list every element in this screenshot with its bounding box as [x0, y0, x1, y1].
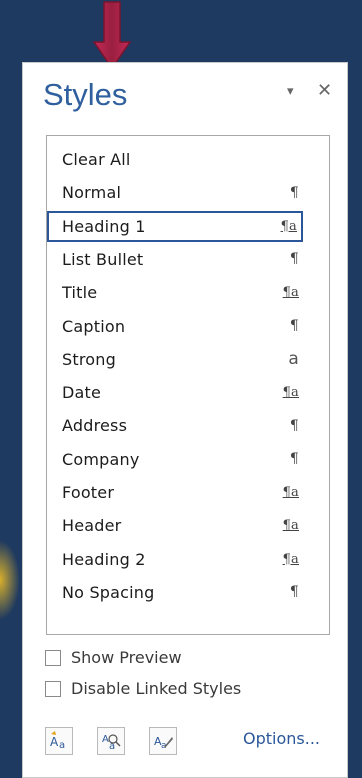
style-item-label: Address — [62, 416, 128, 436]
paragraph-style-icon: ¶ — [289, 184, 299, 201]
style-item-label: Normal — [62, 183, 122, 203]
style-item[interactable]: Heading 2 ¶a — [47, 544, 303, 575]
styles-list[interactable]: Clear All Normal ¶ Heading 1 ¶a List Bullet ¶ T… — [46, 135, 330, 635]
linked-style-icon: ¶a — [280, 218, 297, 234]
close-icon[interactable]: ✕ — [317, 80, 332, 101]
options-link[interactable]: Options... — [243, 729, 320, 748]
style-item[interactable]: Strong a — [47, 344, 303, 375]
paragraph-style-icon: ¶ — [289, 251, 299, 268]
style-item[interactable]: Address ¶ — [47, 410, 303, 441]
style-item[interactable]: List Bullet ¶ — [47, 244, 303, 275]
style-item[interactable]: Title ¶a — [47, 277, 303, 308]
style-inspector-button[interactable]: A a — [97, 727, 125, 755]
paragraph-style-icon: ¶ — [289, 318, 299, 334]
style-item-label: Title — [62, 283, 98, 303]
style-item-label: Caption — [62, 316, 126, 336]
character-style-icon: a — [288, 349, 299, 370]
paragraph-style-icon: ¶ — [289, 584, 299, 601]
style-item[interactable]: Company ¶ — [47, 444, 303, 475]
style-item-label: Date — [62, 383, 102, 403]
style-item-label: No Spacing — [62, 582, 155, 602]
new-style-button[interactable]: A a — [45, 727, 73, 755]
show-preview-label: Show Preview — [71, 648, 182, 667]
checkbox-box[interactable] — [45, 649, 61, 666]
styles-pane: Styles ▾ ✕ Clear All Normal ¶ Heading 1 ¶a Li… — [22, 62, 348, 778]
linked-style-icon: ¶a — [282, 285, 299, 301]
linked-style-icon: ¶a — [282, 551, 299, 567]
style-item-label: Footer — [62, 483, 115, 502]
disable-linked-styles-label: Disable Linked Styles — [71, 679, 242, 698]
pane-title: Styles — [43, 77, 128, 112]
style-item[interactable]: Normal ¶ — [47, 177, 303, 208]
style-item[interactable]: No Spacing ¶ — [47, 577, 303, 608]
manage-styles-button[interactable]: A a — [149, 727, 177, 755]
style-item[interactable]: Heading 1 ¶a — [47, 210, 303, 242]
paragraph-style-icon: ¶ — [289, 417, 299, 434]
style-item-label: Clear All — [62, 150, 131, 169]
svg-text:A: A — [50, 735, 59, 749]
linked-style-icon: ¶a — [282, 518, 299, 534]
background-glow — [0, 540, 20, 620]
style-inspector-icon: A a — [102, 734, 121, 751]
style-item-label: Company — [62, 449, 140, 469]
checkbox-box[interactable] — [45, 680, 61, 697]
style-item-label: List Bullet — [62, 249, 144, 269]
style-item-label: Heading 2 — [62, 549, 146, 569]
linked-style-icon: ¶a — [282, 485, 299, 500]
linked-style-icon: ¶a — [282, 385, 299, 401]
style-item[interactable]: Date ¶a — [47, 377, 303, 408]
manage-styles-icon: A a — [154, 735, 173, 751]
disable-linked-styles-checkbox[interactable]: Disable Linked Styles — [45, 679, 241, 698]
style-item[interactable]: Clear All — [47, 144, 303, 175]
style-item[interactable]: Caption ¶ — [47, 311, 303, 342]
svg-text:a: a — [59, 740, 65, 751]
style-item-label: Heading 1 — [62, 216, 146, 236]
style-item[interactable]: Footer ¶a — [47, 477, 303, 508]
svg-text:A: A — [102, 734, 109, 745]
style-item-label: Header — [62, 516, 122, 536]
style-item[interactable]: Header ¶a — [47, 510, 303, 541]
pane-options-dropdown-icon[interactable]: ▾ — [287, 84, 294, 99]
show-preview-checkbox[interactable]: Show Preview — [45, 648, 182, 667]
style-item-label: Strong — [62, 349, 116, 369]
new-style-icon: A a — [50, 731, 65, 751]
paragraph-style-icon: ¶ — [289, 451, 299, 468]
